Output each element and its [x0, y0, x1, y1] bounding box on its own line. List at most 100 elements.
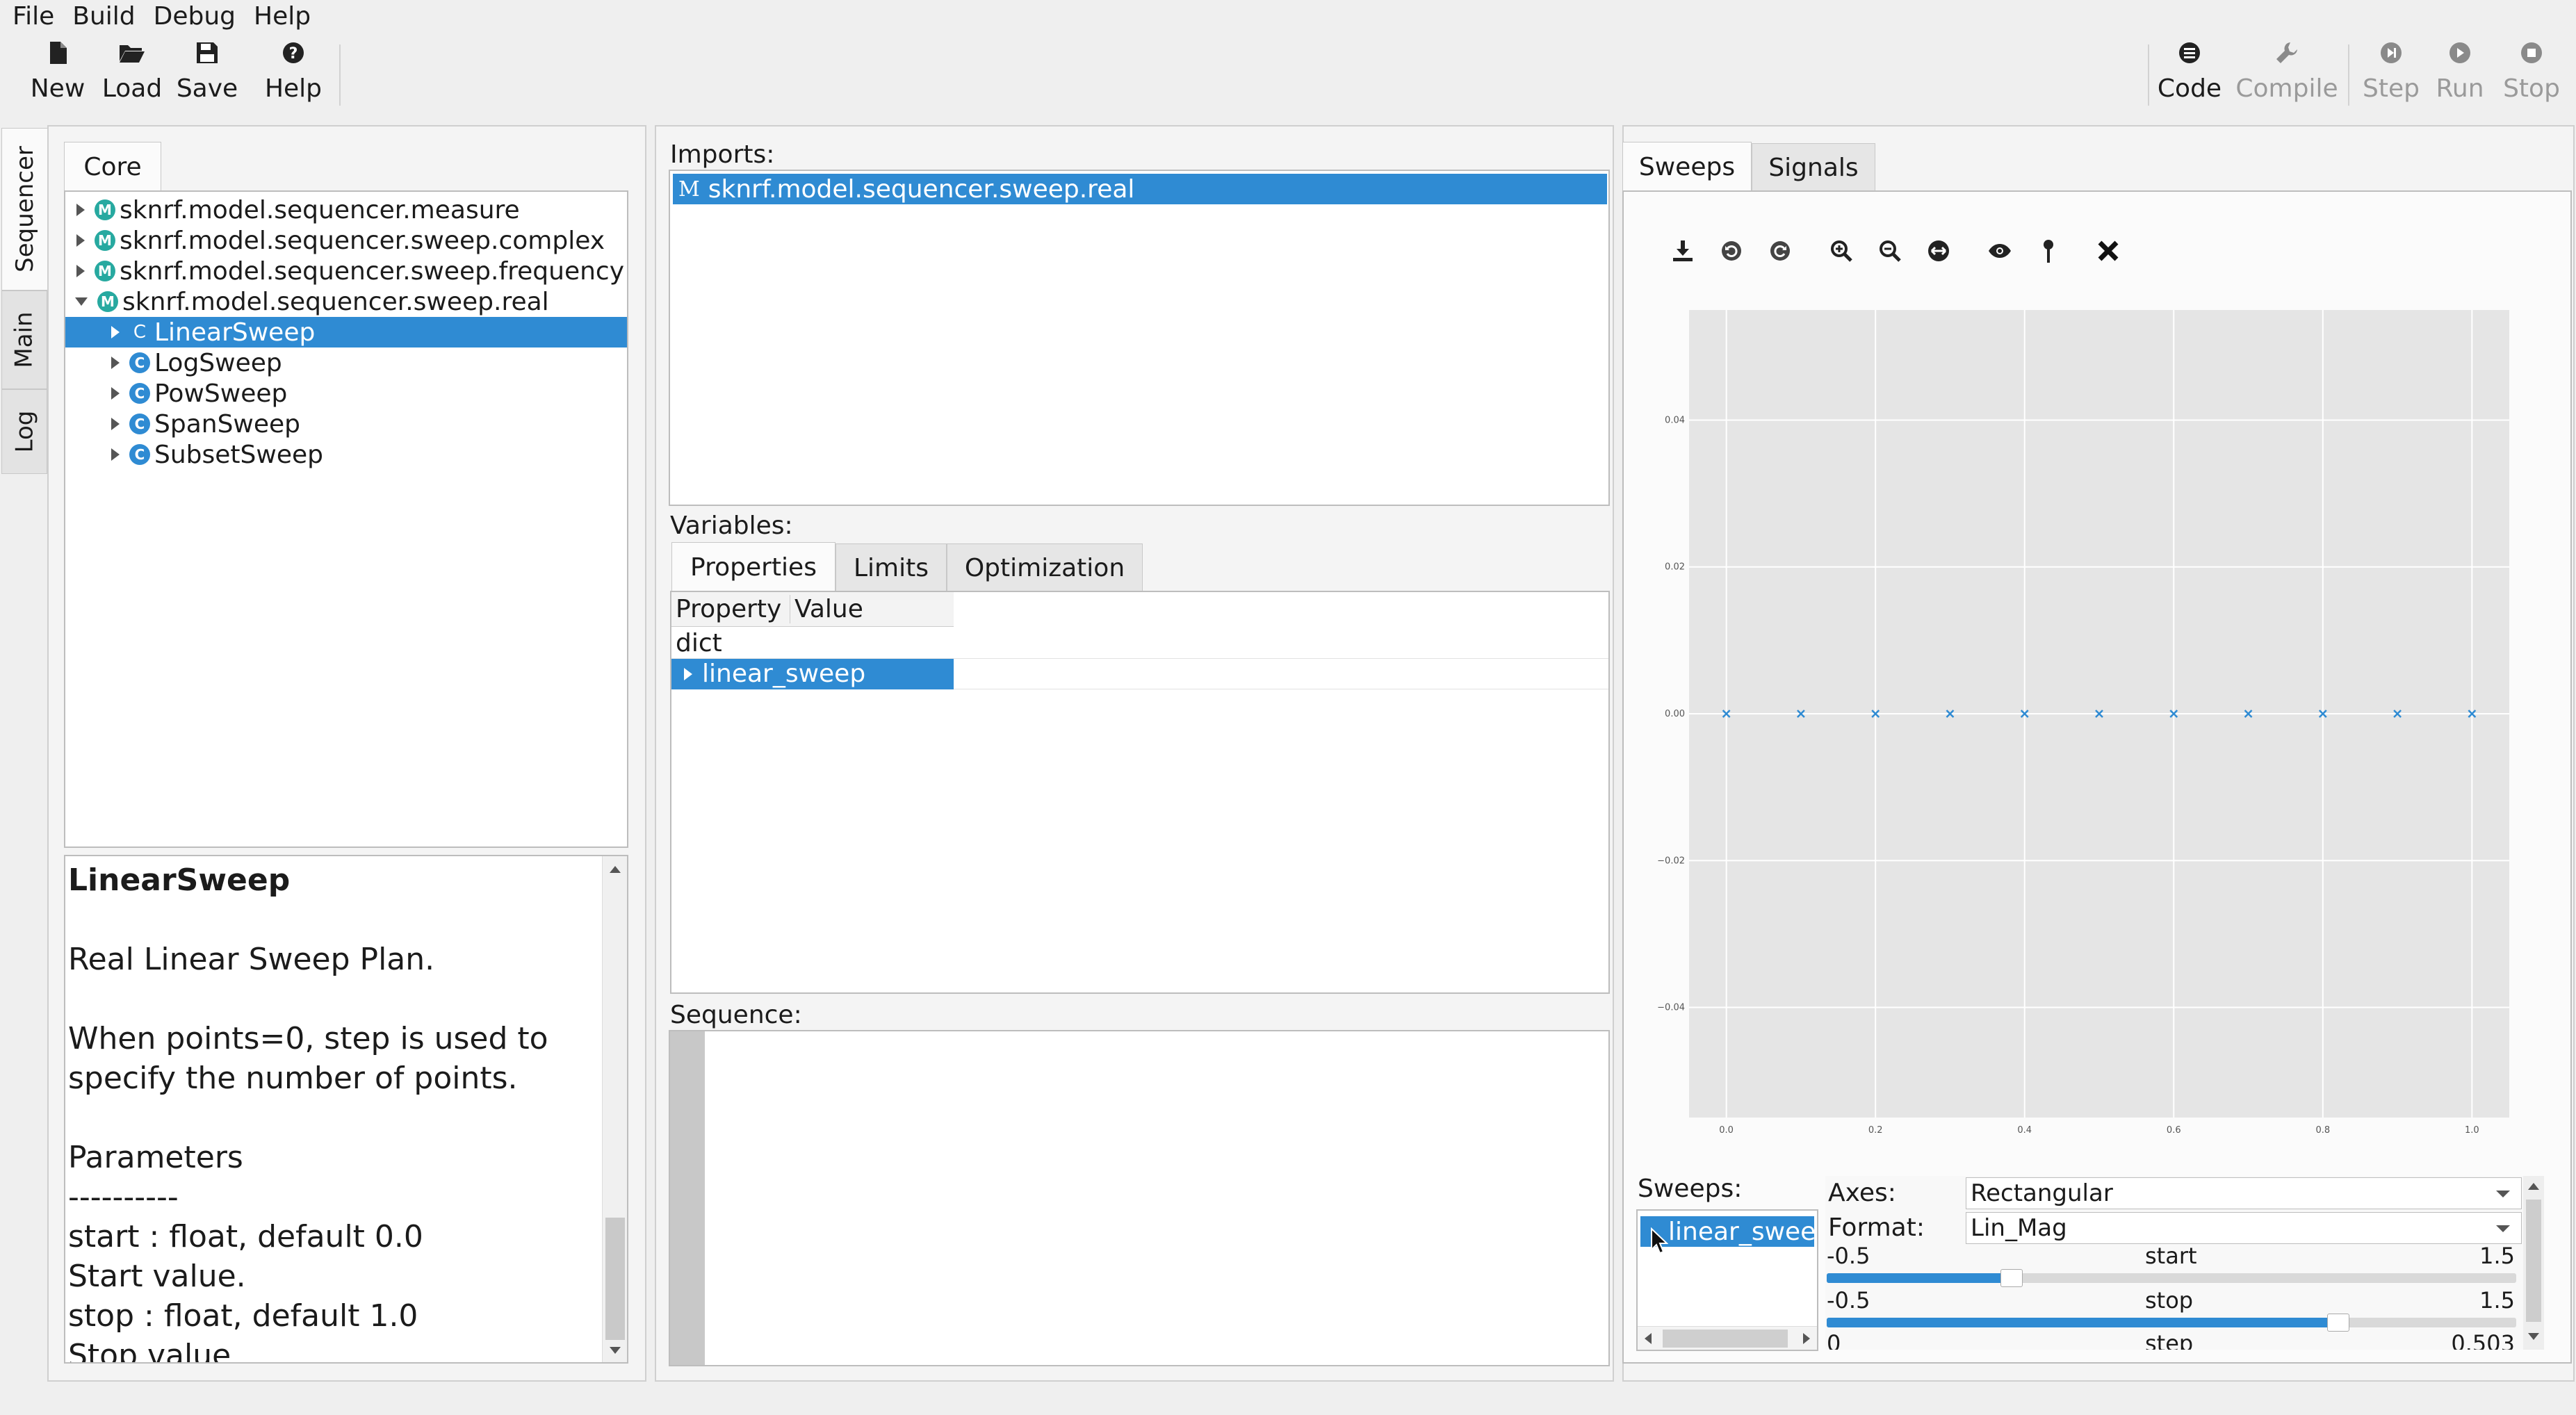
- imports-list: M sknrf.model.sequencer.sweep.real: [669, 170, 1610, 506]
- chevron-right-icon[interactable]: [76, 234, 85, 247]
- scroll-down-icon[interactable]: [2528, 1333, 2539, 1340]
- redo-icon[interactable]: [1763, 234, 1798, 268]
- chevron-right-icon[interactable]: [111, 326, 120, 338]
- tree-item-measure[interactable]: M sknrf.model.sequencer.measure: [65, 195, 627, 225]
- run-button[interactable]: Run: [2430, 39, 2490, 111]
- chart-y-tick-label: 0.04: [1665, 415, 1685, 425]
- save-icon: [193, 39, 221, 67]
- doc-text: LinearSweep Real Linear Sweep Plan. When…: [68, 860, 596, 1362]
- code-button[interactable]: Code: [2155, 39, 2224, 111]
- tab-properties[interactable]: Properties: [671, 542, 835, 592]
- property-row-linear-sweep[interactable]: linear_sweep: [671, 658, 1608, 689]
- tree-item-linearsweep[interactable]: C LinearSweep: [65, 317, 627, 347]
- load-button[interactable]: Load: [101, 39, 163, 111]
- slider-stop-handle[interactable]: [2327, 1314, 2349, 1332]
- module-icon: M: [95, 261, 115, 281]
- zoom-out-icon[interactable]: [1873, 234, 1907, 268]
- tree-item-subsetsweep[interactable]: C SubsetSweep: [65, 439, 627, 470]
- chevron-right-icon[interactable]: [111, 418, 120, 430]
- sequence-editor[interactable]: [669, 1030, 1610, 1366]
- scroll-down-icon[interactable]: [610, 1347, 621, 1354]
- sweeps-list-scroll-thumb[interactable]: [1663, 1330, 1788, 1348]
- doc-scroll-thumb[interactable]: [605, 1218, 625, 1340]
- tree-item-powsweep[interactable]: C PowSweep: [65, 378, 627, 409]
- slider-start[interactable]: [1827, 1269, 2516, 1287]
- menu-build[interactable]: Build: [72, 0, 135, 33]
- sweep-chart-svg: 0.0 0.2 0.4 0.6 0.8 1.0 0.04 0.02 0.00 −0.02 −0.04: [1657, 310, 2509, 1136]
- column-header-property[interactable]: Property: [676, 595, 790, 623]
- sweep-settings-scrollbar[interactable]: [2523, 1176, 2544, 1350]
- tree-item-frequency[interactable]: M sknrf.model.sequencer.sweep.frequency: [65, 256, 627, 286]
- property-row-linear-sweep-cell[interactable]: linear_sweep: [671, 658, 954, 689]
- doc-scrollbar[interactable]: [602, 856, 627, 1362]
- tree-item-real[interactable]: M sknrf.model.sequencer.sweep.real: [65, 286, 627, 317]
- chevron-right-icon[interactable]: [111, 387, 120, 400]
- chart-y-tick-label: −0.02: [1657, 856, 1685, 866]
- tree-item-spansweep[interactable]: C SpanSweep: [65, 409, 627, 439]
- mouse-cursor-icon: [1651, 1227, 1668, 1254]
- chevron-down-icon: [2496, 1191, 2510, 1197]
- new-button[interactable]: New: [28, 39, 88, 111]
- side-tab-main[interactable]: Main: [1, 291, 47, 389]
- chevron-right-icon[interactable]: [76, 204, 85, 216]
- scroll-right-icon[interactable]: [1803, 1333, 1810, 1344]
- undo-icon[interactable]: [1714, 234, 1749, 268]
- sweeps-list-hscrollbar[interactable]: [1638, 1326, 1817, 1350]
- side-tab-sequencer[interactable]: Sequencer: [1, 128, 47, 291]
- format-select[interactable]: Lin_Mag: [1966, 1212, 2522, 1244]
- scroll-up-icon[interactable]: [2528, 1183, 2539, 1190]
- imports-label: Imports:: [670, 140, 775, 169]
- menu-debug[interactable]: Debug: [154, 0, 236, 33]
- chart-x-tick-label: 0.6: [2167, 1125, 2181, 1136]
- tree-item-complex[interactable]: M sknrf.model.sequencer.sweep.complex: [65, 225, 627, 256]
- slider-stop-fill: [1827, 1318, 2338, 1327]
- eye-icon[interactable]: [1982, 234, 2017, 268]
- tree-item-logsweep[interactable]: C LogSweep: [65, 347, 627, 378]
- folder-open-icon: [118, 39, 146, 67]
- scroll-left-icon[interactable]: [1645, 1333, 1652, 1344]
- sweep-chart: 0.0 0.2 0.4 0.6 0.8 1.0 0.04 0.02 0.00 −0.02 −0.04: [1654, 299, 2516, 1147]
- class-icon: C: [129, 383, 150, 404]
- compile-button[interactable]: Compile: [2235, 39, 2338, 111]
- chevron-right-icon[interactable]: [111, 357, 120, 369]
- zoom-fit-icon[interactable]: [1921, 234, 1956, 268]
- zoom-in-icon[interactable]: [1824, 234, 1859, 268]
- import-item[interactable]: M sknrf.model.sequencer.sweep.real: [673, 174, 1607, 204]
- pin-icon[interactable]: [2031, 234, 2066, 268]
- module-icon: M: [95, 230, 115, 251]
- menu-help[interactable]: Help: [254, 0, 311, 33]
- menu-file[interactable]: File: [13, 0, 54, 33]
- chevron-right-icon[interactable]: [76, 265, 85, 277]
- step-button[interactable]: Step: [2359, 39, 2423, 111]
- chart-x-tick-label: 0.4: [2017, 1125, 2032, 1136]
- save-button[interactable]: Save: [177, 39, 238, 111]
- slider-stop[interactable]: [1827, 1314, 2516, 1332]
- property-row-dict[interactable]: dict: [671, 628, 1608, 659]
- module-icon: M: [678, 177, 700, 202]
- code-icon: [2176, 39, 2203, 67]
- tab-limits[interactable]: Limits: [835, 543, 947, 592]
- close-icon[interactable]: [2091, 234, 2126, 268]
- chevron-right-icon[interactable]: [684, 667, 692, 680]
- file-icon: [44, 39, 72, 67]
- tab-core[interactable]: Core: [64, 142, 161, 192]
- tab-sweeps[interactable]: Sweeps: [1622, 142, 1752, 192]
- chevron-right-icon[interactable]: [111, 448, 120, 461]
- axes-select[interactable]: Rectangular: [1966, 1177, 2522, 1209]
- download-icon[interactable]: [1665, 234, 1700, 268]
- sweep-settings-scroll-thumb[interactable]: [2526, 1200, 2541, 1322]
- stop-button[interactable]: Stop: [2497, 39, 2566, 111]
- sweeps-label: Sweeps:: [1638, 1175, 1743, 1203]
- class-icon: C: [129, 444, 150, 465]
- chevron-down-icon: [2496, 1225, 2510, 1232]
- step-icon: [2377, 39, 2405, 67]
- help-button[interactable]: ? Help: [259, 39, 328, 111]
- tab-optimization[interactable]: Optimization: [947, 543, 1143, 592]
- side-tab-log[interactable]: Log: [1, 389, 47, 474]
- column-header-value[interactable]: Value: [790, 595, 863, 623]
- slider-start-handle[interactable]: [2000, 1269, 2023, 1287]
- chevron-down-icon[interactable]: [75, 297, 88, 306]
- sequence-label: Sequence:: [670, 1001, 802, 1029]
- tab-signals[interactable]: Signals: [1752, 143, 1875, 192]
- scroll-up-icon[interactable]: [610, 866, 621, 873]
